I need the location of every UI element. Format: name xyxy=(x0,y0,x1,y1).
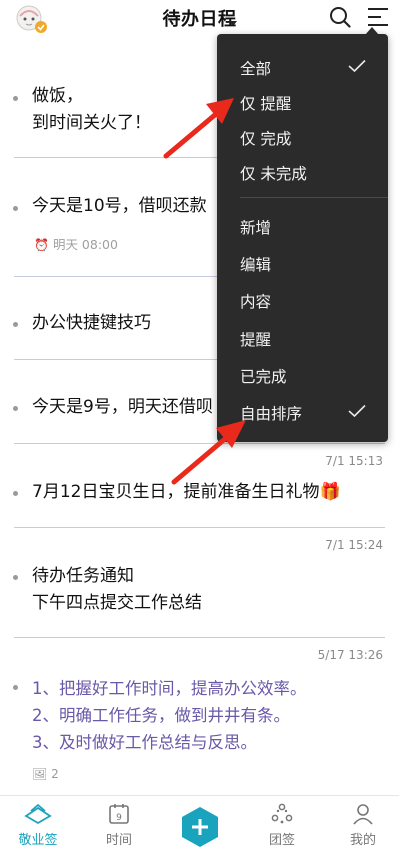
calendar-icon: 9 xyxy=(109,804,129,824)
nav-label: 团签 xyxy=(268,833,295,848)
image-icon: 🖼 xyxy=(32,767,48,781)
check-icon xyxy=(348,59,366,73)
item-text-line: 1、把握好工作时间，提高办公效率。 xyxy=(32,679,307,698)
item-text-line: 办公快捷键技巧 xyxy=(32,313,151,333)
nav-label: 我的 xyxy=(349,833,376,848)
note-stack-icon xyxy=(24,803,52,825)
filter-dropdown-menu: 全部 仅 提醒 仅 完成 仅 未完成 新增 编辑 内容 提醒 已完成 自由排序 xyxy=(217,27,388,442)
divider xyxy=(14,637,385,638)
menu-lines-icon[interactable] xyxy=(367,6,389,28)
item-timestamp: 7/1 15:24 xyxy=(325,538,383,552)
menu-item-incomplete-only[interactable]: 仅 未完成 xyxy=(240,162,307,184)
reminder-text: 明天 08:00 xyxy=(52,237,118,252)
attachment-count-text: 2 xyxy=(51,767,59,781)
add-button[interactable] xyxy=(180,806,220,848)
bullet-dot xyxy=(13,96,18,101)
item-text-line: 待办任务通知 xyxy=(32,566,134,586)
item-text-line: 3、及时做好工作总结与反思。 xyxy=(32,733,257,752)
nav-item-me[interactable]: 我的 xyxy=(333,802,393,848)
alarm-clock-icon: ⏰ xyxy=(34,238,49,252)
item-text-line: 到时间关火了！ xyxy=(32,113,151,133)
nav-item-notes[interactable]: 敬业签 xyxy=(8,802,68,848)
red-arrow-icon xyxy=(163,98,234,159)
nav-item-time[interactable]: 9 时间 xyxy=(89,802,149,848)
item-text-line: 做饭， xyxy=(32,86,83,106)
calendar-day: 9 xyxy=(116,813,122,823)
bullet-dot xyxy=(13,575,18,580)
bullet-dot xyxy=(13,206,18,211)
menu-divider xyxy=(240,197,388,198)
menu-item-done[interactable]: 已完成 xyxy=(240,365,287,387)
item-timestamp: 7/1 15:13 xyxy=(325,454,383,468)
red-arrow-icon xyxy=(171,420,246,485)
menu-item-edit[interactable]: 编辑 xyxy=(240,253,271,275)
menu-item-new[interactable]: 新增 xyxy=(240,216,271,238)
item-text-line: 今天是10号，借呗还款 xyxy=(32,196,207,216)
reminder-time: ⏰ 明天 08:00 xyxy=(34,234,118,253)
menu-item-content[interactable]: 内容 xyxy=(240,290,271,312)
team-icon xyxy=(271,803,293,824)
title-dropdown-caret-icon[interactable] xyxy=(229,21,237,26)
person-icon xyxy=(353,804,373,825)
menu-item-all[interactable]: 全部 xyxy=(240,57,271,79)
add-icon xyxy=(182,807,218,847)
item-text-line: 下午四点提交工作总结 xyxy=(32,593,202,613)
nav-label: 敬业签 xyxy=(18,833,58,848)
check-icon xyxy=(348,404,366,418)
menu-item-completed-only[interactable]: 仅 完成 xyxy=(240,127,291,149)
bullet-dot xyxy=(13,406,18,411)
bullet-dot xyxy=(13,685,18,690)
divider xyxy=(14,527,385,528)
bullet-dot xyxy=(13,491,18,496)
item-timestamp: 5/17 13:26 xyxy=(317,648,383,662)
bullet-dot xyxy=(13,322,18,327)
menu-item-reminder-only[interactable]: 仅 提醒 xyxy=(240,92,291,114)
nav-label: 时间 xyxy=(105,833,132,848)
attachment-count: 🖼 2 xyxy=(32,767,59,781)
menu-item-reminder[interactable]: 提醒 xyxy=(240,328,271,350)
item-text-line: 2、明确工作任务，做到井井有条。 xyxy=(32,706,290,725)
dropdown-caret xyxy=(365,27,379,35)
search-icon[interactable] xyxy=(329,6,351,28)
nav-item-team[interactable]: 团签 xyxy=(252,802,312,848)
